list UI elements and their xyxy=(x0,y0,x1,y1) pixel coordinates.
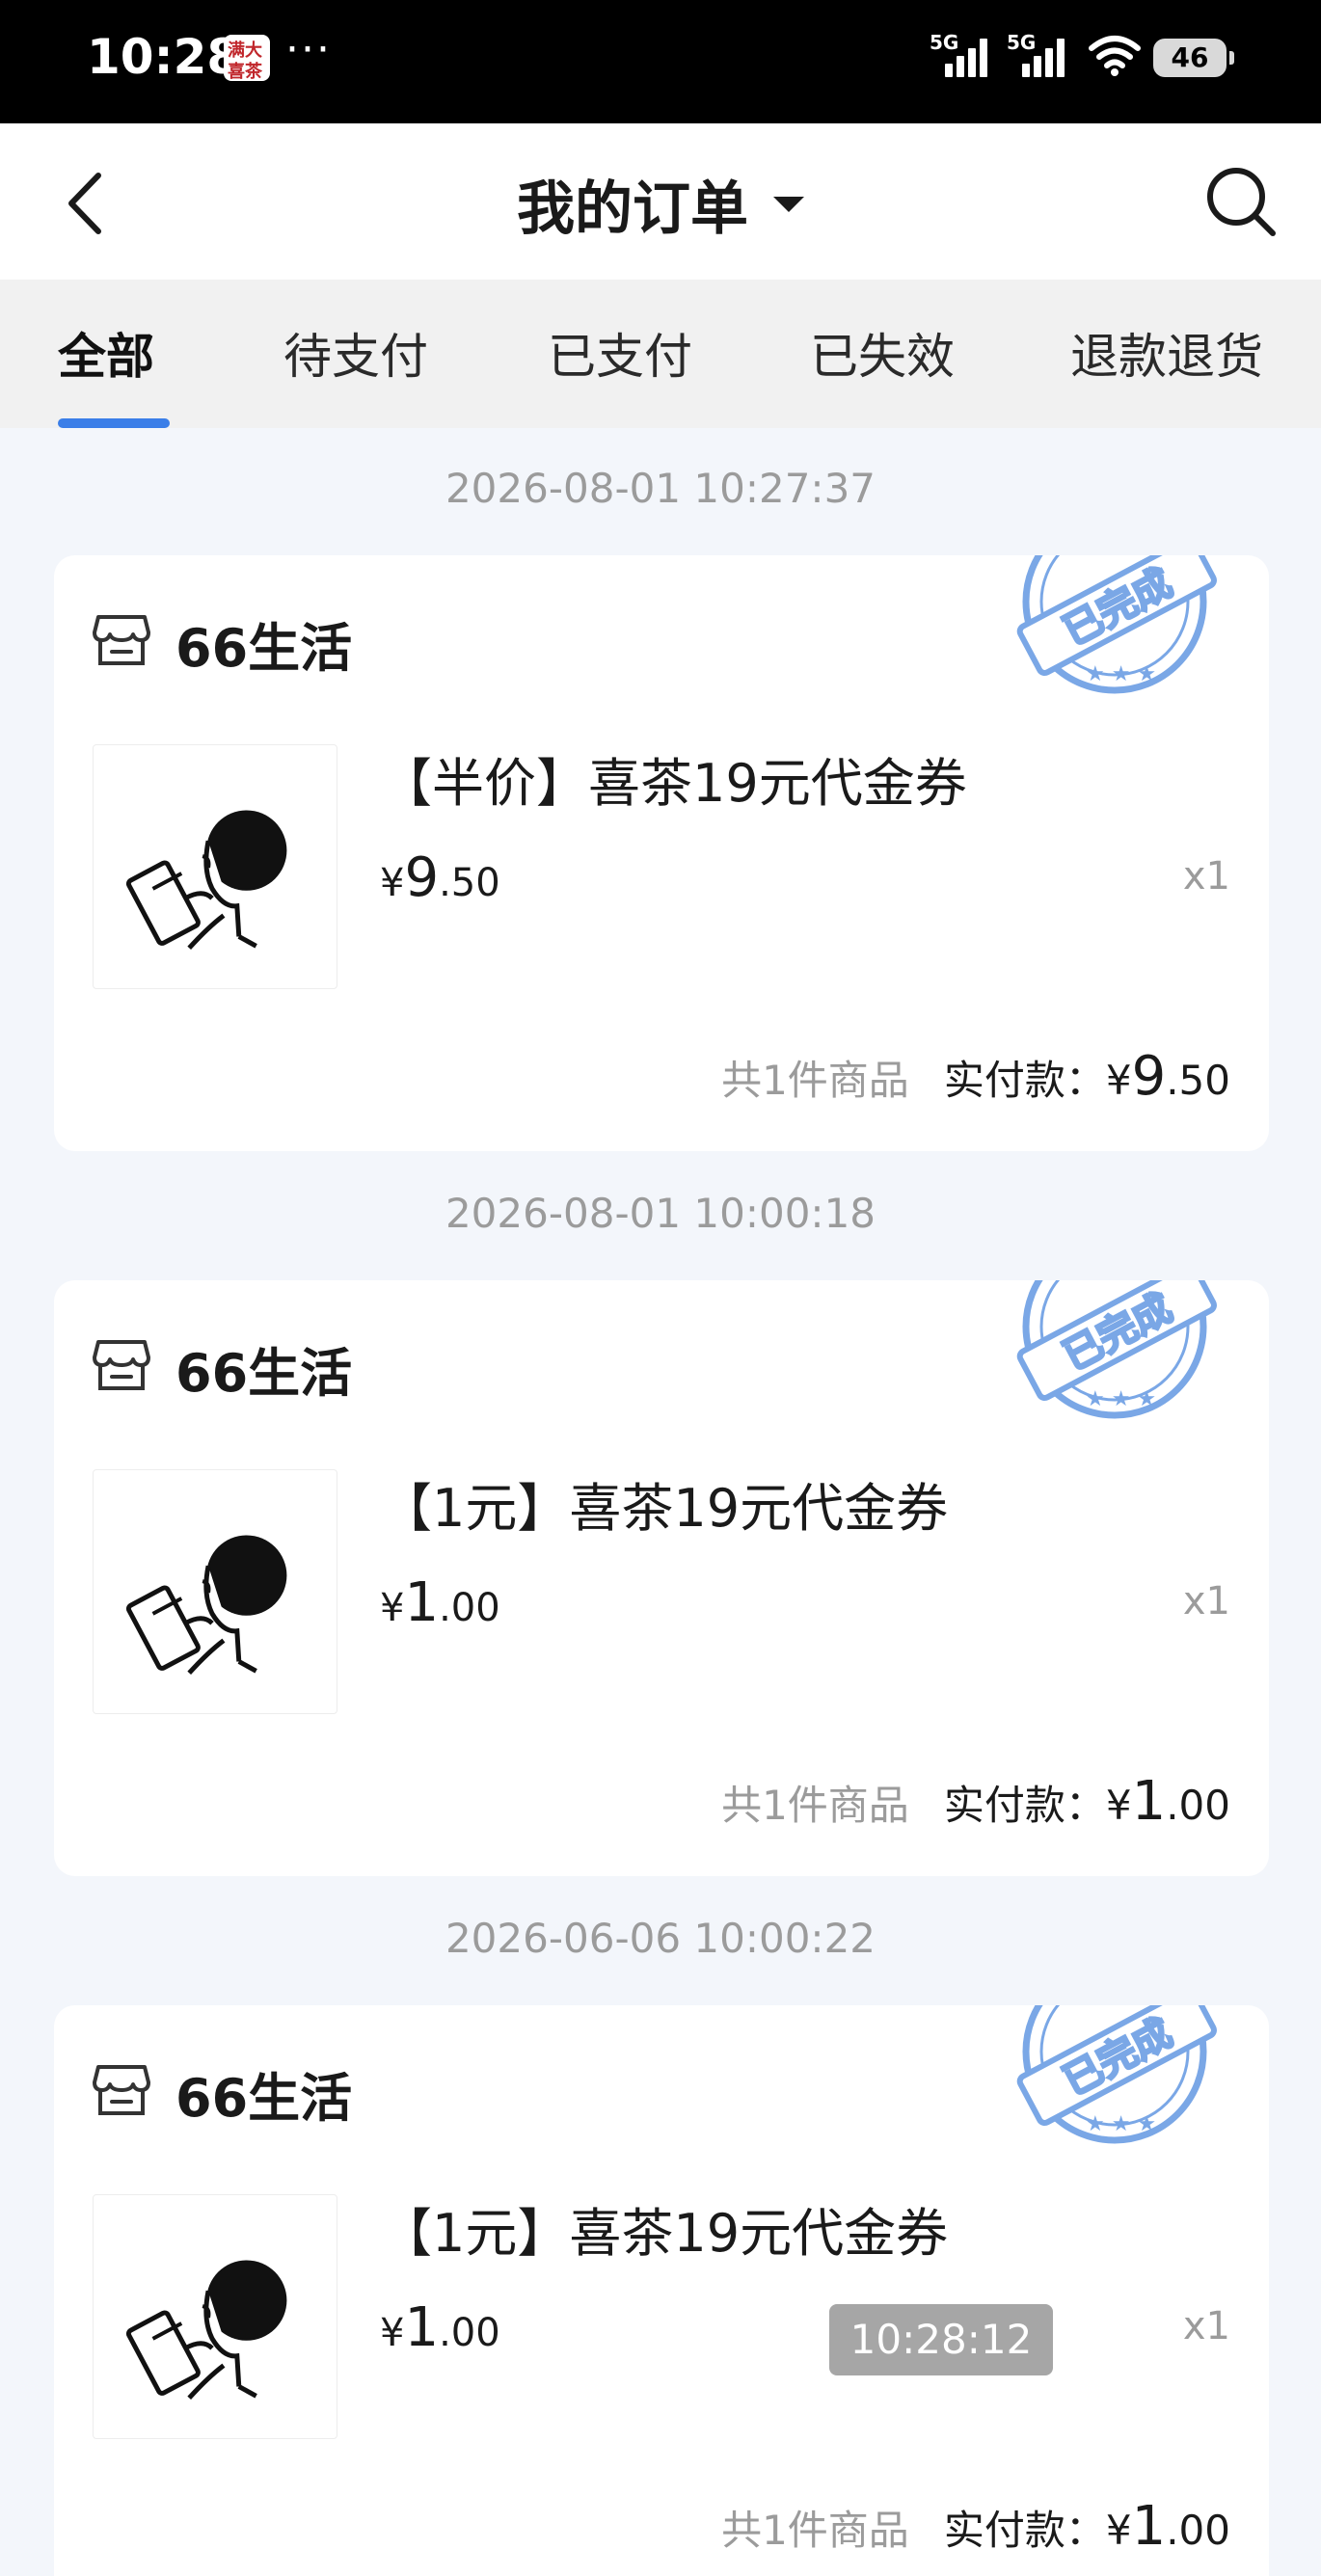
signal-icon: 5G xyxy=(1007,31,1065,81)
app-notification-icon: 满大 喜茶 xyxy=(224,35,270,81)
product-name[interactable]: 【1元】喜茶19元代金券 xyxy=(380,2190,948,2267)
svg-text:★ ★ ★: ★ ★ ★ xyxy=(1086,2112,1156,2136)
order-card[interactable]: 66生活 已完成 ★ ★ ★ 【半价】喜茶19元代金券 ¥9.50 x1 共1件… xyxy=(54,555,1269,1151)
completed-stamp-icon: 已完成 ★ ★ ★ xyxy=(1016,2005,1217,2144)
completed-stamp-icon: 已完成 ★ ★ ★ xyxy=(1016,1280,1217,1419)
order-card[interactable]: 66生活 已完成 ★ ★ ★ 【1元】喜茶19元代金券 ¥1.00 10:28:… xyxy=(54,2005,1269,2576)
caret-down-icon xyxy=(773,197,804,213)
item-count: 共1件商品 xyxy=(721,1057,909,1104)
quantity: x1 xyxy=(1182,854,1230,899)
signal-icon: 5G xyxy=(930,31,987,81)
tab-refund-return[interactable]: 退款退货 xyxy=(1070,318,1263,388)
tab-pending-payment[interactable]: 待支付 xyxy=(283,318,428,388)
order-total: 共1件商品 实付款：¥1.00 xyxy=(721,2495,1230,2558)
drinking-person-icon xyxy=(125,810,287,950)
order-status-tabs: 全部 待支付 已支付 已失效 退款退货 xyxy=(0,280,1321,428)
tab-expired[interactable]: 已失效 xyxy=(810,318,955,388)
product-name[interactable]: 【半价】喜茶19元代金券 xyxy=(380,740,967,817)
shop-name[interactable]: 66生活 xyxy=(175,2055,352,2132)
unit-price: ¥1.00 xyxy=(380,2296,500,2359)
drinking-person-icon xyxy=(125,1535,287,1675)
timer-badge: 10:28:12 xyxy=(829,2304,1053,2375)
status-bar: 10:28 满大 喜茶 ··· 5G 5G 46 xyxy=(0,0,1321,123)
completed-stamp-icon: 已完成 ★ ★ ★ xyxy=(1016,555,1217,694)
order-total: 共1件商品 实付款：¥1.00 xyxy=(721,1770,1230,1833)
unit-price: ¥1.00 xyxy=(380,1571,500,1634)
product-thumbnail[interactable] xyxy=(93,1469,337,1714)
page-title: 我的订单 xyxy=(517,175,748,243)
shop-icon xyxy=(93,615,150,665)
item-count: 共1件商品 xyxy=(721,2507,909,2554)
svg-text:★ ★ ★: ★ ★ ★ xyxy=(1086,662,1156,686)
wifi-icon xyxy=(1089,36,1141,76)
more-notifications-icon: ··· xyxy=(285,25,332,74)
quantity: x1 xyxy=(1182,1579,1230,1623)
item-count: 共1件商品 xyxy=(721,1782,909,1829)
tab-all[interactable]: 全部 xyxy=(58,318,154,388)
shop-name[interactable]: 66生活 xyxy=(175,605,352,682)
search-icon[interactable] xyxy=(1203,164,1279,239)
quantity: x1 xyxy=(1182,2304,1230,2348)
shop-icon xyxy=(93,2065,150,2115)
order-date: 2026-08-01 10:00:18 xyxy=(445,1190,876,1237)
shop-icon xyxy=(93,1340,150,1390)
drinking-person-icon xyxy=(125,2260,287,2400)
product-name[interactable]: 【1元】喜茶19元代金券 xyxy=(380,1465,948,1542)
order-card[interactable]: 66生活 已完成 ★ ★ ★ 【1元】喜茶19元代金券 ¥1.00 x1 共1件… xyxy=(54,1280,1269,1876)
status-time: 10:28 xyxy=(87,29,241,85)
shop-name[interactable]: 66生活 xyxy=(175,1330,352,1407)
tab-paid[interactable]: 已支付 xyxy=(548,318,692,388)
order-total: 共1件商品 实付款：¥9.50 xyxy=(721,1045,1230,1108)
order-date: 2026-06-06 10:00:22 xyxy=(445,1915,876,1962)
top-bar: 我的订单 xyxy=(0,123,1321,280)
page-title-dropdown[interactable]: 我的订单 xyxy=(517,162,804,246)
unit-price: ¥9.50 xyxy=(380,846,500,909)
battery-icon: 46 xyxy=(1153,39,1234,77)
product-thumbnail[interactable] xyxy=(93,744,337,989)
order-date: 2026-08-01 10:27:37 xyxy=(445,465,876,512)
active-tab-indicator xyxy=(58,418,170,428)
svg-text:★ ★ ★: ★ ★ ★ xyxy=(1086,1387,1156,1411)
product-thumbnail[interactable] xyxy=(93,2194,337,2439)
